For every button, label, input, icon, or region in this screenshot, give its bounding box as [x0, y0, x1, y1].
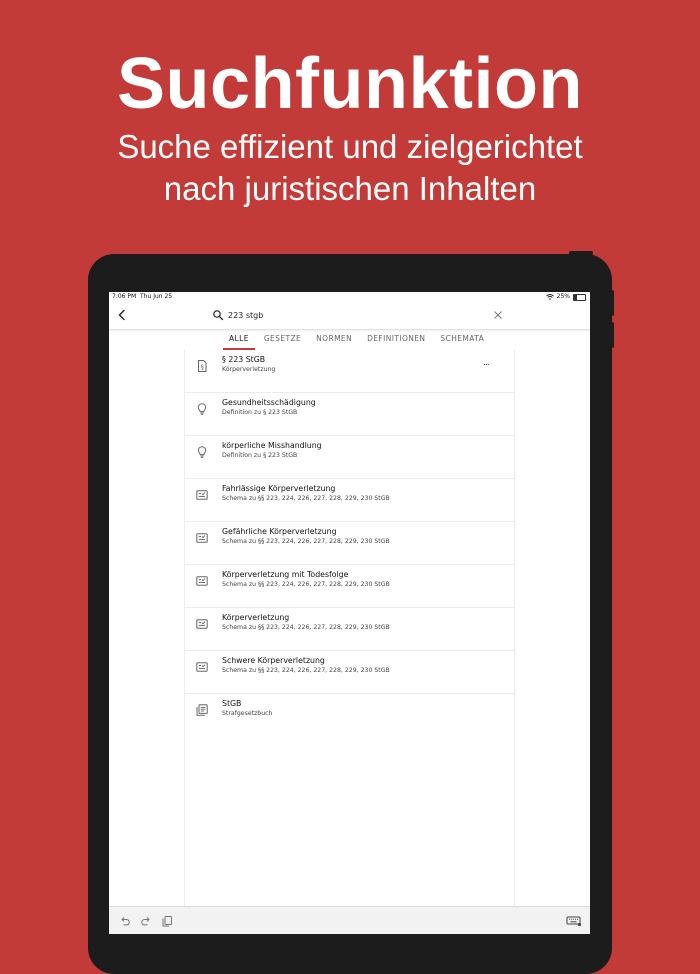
search-icon [213, 310, 224, 321]
hero-subtitle: Suche effizient und zielgerichtet nach j… [0, 126, 700, 210]
more-options-button[interactable]: ... [483, 358, 490, 368]
status-time-date: 7:06 PM Thu Jun 25 [112, 292, 172, 302]
result-title: Gefährliche Körperverletzung [222, 527, 337, 536]
result-subtitle: Strafgesetzbuch [222, 710, 273, 717]
result-title: § 223 StGB [222, 355, 266, 364]
lightbulb-icon [197, 446, 207, 458]
result-subtitle: Definition zu § 223 StGB [222, 409, 298, 416]
list-item[interactable]: § § 223 StGB Körperverletzung ... [185, 350, 514, 393]
schema-icon [196, 662, 208, 672]
result-subtitle: Schema zu §§ 223, 224, 226, 227, 228, 22… [222, 624, 390, 631]
result-title: StGB [222, 699, 242, 708]
battery-icon [573, 293, 586, 301]
tab-gesetze[interactable]: GESETZE [258, 330, 307, 350]
result-title: Körperverletzung mit Todesfolge [222, 570, 349, 579]
paste-icon[interactable] [161, 915, 173, 927]
tab-schemata[interactable]: SCHEMATA [434, 330, 490, 350]
tab-definitionen[interactable]: DEFINITIONEN [361, 330, 431, 350]
status-date: Thu Jun 25 [140, 293, 173, 300]
search-results-list: § § 223 StGB Körperverletzung ... Gesund… [185, 350, 514, 737]
search-bar [109, 303, 590, 330]
result-title: Fahrlässige Körperverletzung [222, 484, 336, 493]
list-item[interactable]: StGB Strafgesetzbuch [185, 694, 514, 737]
schema-icon [196, 490, 208, 500]
schema-icon [196, 576, 208, 586]
tablet-screen: 7:06 PM Thu Jun 25 25% ALLE GESETZE NORM… [109, 292, 590, 934]
list-item[interactable]: Körperverletzung mit Todesfolge Schema z… [185, 565, 514, 608]
status-right: 25% [545, 292, 586, 302]
list-item[interactable]: Körperverletzung Schema zu §§ 223, 224, … [185, 608, 514, 651]
list-item[interactable]: körperliche Misshandlung Definition zu §… [185, 436, 514, 479]
result-title: Schwere Körperverletzung [222, 656, 325, 665]
hero-subtitle-line-1: Suche effizient und zielgerichtet [117, 128, 583, 165]
result-title: Körperverletzung [222, 613, 290, 622]
lightbulb-icon [197, 403, 207, 415]
hero-title: Suchfunktion [117, 44, 583, 124]
status-bar: 7:06 PM Thu Jun 25 25% [109, 292, 590, 302]
wifi-icon [545, 294, 554, 300]
filter-tabs: ALLE GESETZE NORMEN DEFINITIONEN SCHEMAT… [223, 330, 493, 350]
battery-percent: 25% [556, 293, 570, 300]
status-time: 7:06 PM [112, 293, 137, 300]
result-title: Gesundheitsschädigung [222, 398, 316, 407]
hero-subtitle-line-2: nach juristischen Inhalten [163, 170, 537, 207]
result-subtitle: Definition zu § 223 StGB [222, 452, 298, 459]
norm-icon: § [198, 360, 207, 372]
keyboard-toolbar [109, 906, 590, 934]
result-subtitle: Schema zu §§ 223, 224, 226, 227, 228, 22… [222, 538, 390, 545]
schema-icon [196, 533, 208, 543]
svg-text:§: § [201, 364, 204, 371]
tab-alle[interactable]: ALLE [223, 330, 255, 350]
list-item[interactable]: Gefährliche Körperverletzung Schema zu §… [185, 522, 514, 565]
law-book-icon [196, 704, 208, 716]
list-item[interactable]: Schwere Körperverletzung Schema zu §§ 22… [185, 651, 514, 694]
clear-search-icon[interactable] [492, 309, 504, 321]
result-subtitle: Schema zu §§ 223, 224, 226, 227, 228, 22… [222, 495, 390, 502]
search-input[interactable] [228, 307, 478, 323]
result-subtitle: Schema zu §§ 223, 224, 226, 227, 228, 22… [222, 667, 390, 674]
redo-icon[interactable] [140, 915, 152, 927]
result-title: körperliche Misshandlung [222, 441, 322, 450]
tab-normen[interactable]: NORMEN [310, 330, 358, 350]
back-chevron-icon[interactable] [115, 308, 129, 322]
list-item[interactable]: Fahrlässige Körperverletzung Schema zu §… [185, 479, 514, 522]
list-item[interactable]: Gesundheitsschädigung Definition zu § 22… [185, 393, 514, 436]
result-subtitle: Körperverletzung [222, 366, 276, 373]
result-subtitle: Schema zu §§ 223, 224, 226, 227, 228, 22… [222, 581, 390, 588]
content-column-border-right [514, 350, 515, 910]
schema-icon [196, 619, 208, 629]
keyboard-hide-icon[interactable] [566, 915, 582, 927]
undo-icon[interactable] [119, 915, 131, 927]
